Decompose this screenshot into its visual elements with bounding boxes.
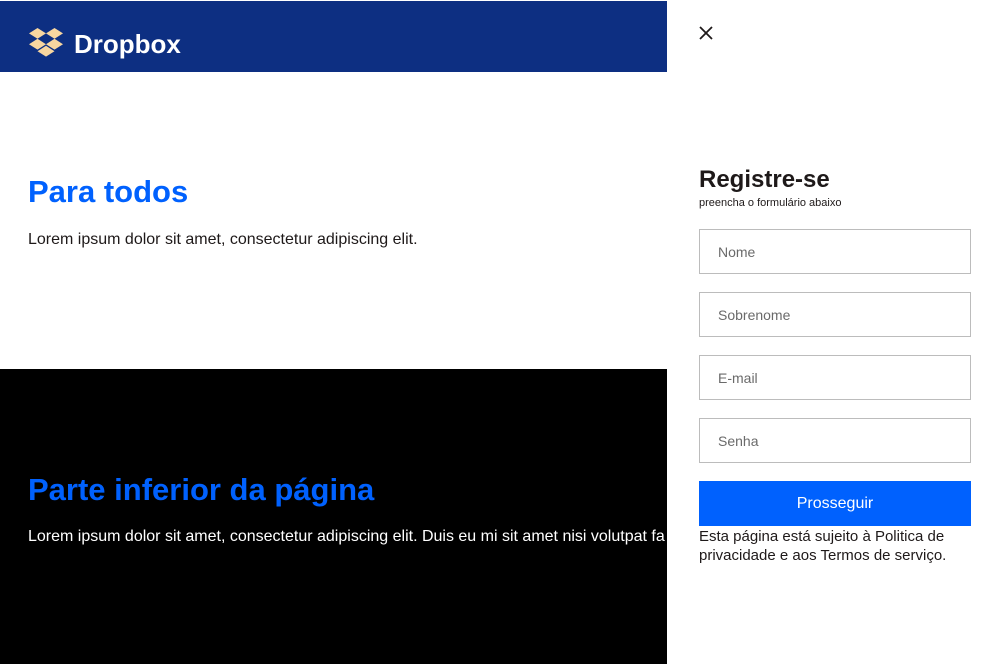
first-name-input[interactable]	[699, 229, 971, 274]
page: Dropbox Para todos Lorem ipsum dolor sit…	[0, 0, 997, 664]
section-for-everyone: Para todos Lorem ipsum dolor sit amet, c…	[0, 72, 667, 369]
brand-logo[interactable]: Dropbox	[29, 28, 181, 60]
password-input[interactable]	[699, 418, 971, 463]
signup-subtitle: preencha o formulário abaixo	[699, 197, 842, 209]
top-navbar: Dropbox	[0, 1, 667, 72]
brand-name: Dropbox	[74, 29, 181, 59]
continue-button[interactable]: Prosseguir	[699, 481, 971, 526]
last-name-input[interactable]	[699, 292, 971, 337]
email-input[interactable]	[699, 355, 971, 400]
section-text: Lorem ipsum dolor sit amet, consectetur …	[28, 528, 665, 545]
signup-title: Registre-se	[699, 166, 830, 193]
section-heading: Para todos	[28, 174, 189, 209]
signup-panel: Registre-se preencha o formulário abaixo…	[667, 0, 997, 664]
close-icon[interactable]	[697, 24, 715, 42]
dropbox-logo-icon	[29, 28, 63, 57]
legal-notice: Esta página está sujeito à Politica de p…	[699, 528, 947, 564]
section-bottom: Parte inferior da página Lorem ipsum dol…	[0, 369, 667, 664]
section-heading: Parte inferior da página	[28, 472, 375, 507]
section-text: Lorem ipsum dolor sit amet, consectetur …	[28, 231, 418, 248]
main-content: Dropbox Para todos Lorem ipsum dolor sit…	[0, 0, 667, 664]
